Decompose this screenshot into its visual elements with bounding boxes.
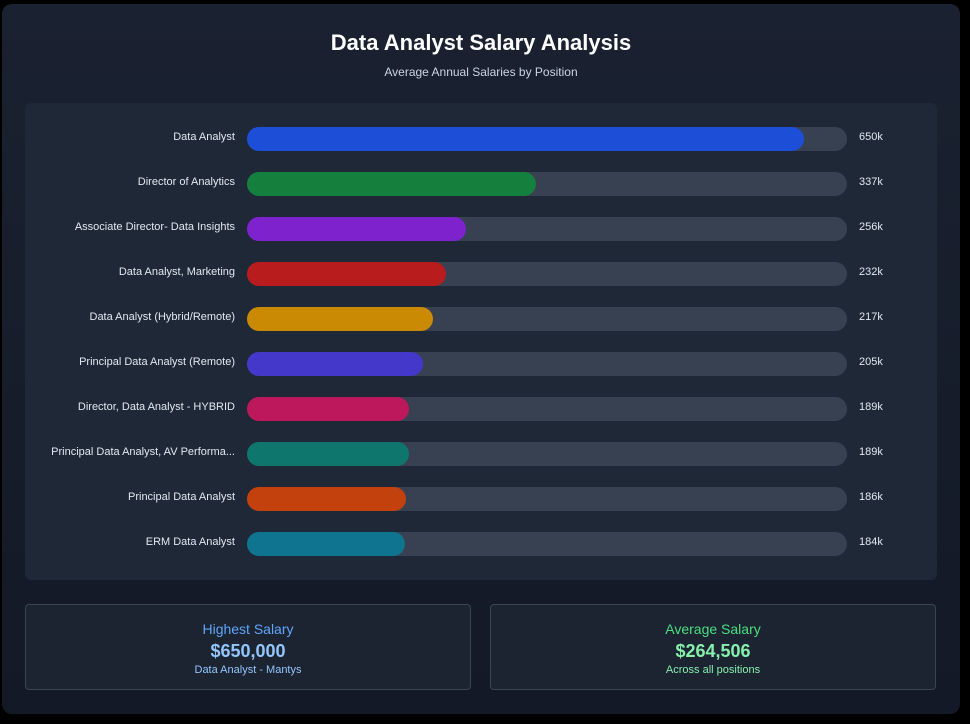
bar-row: Associate Director- Data Insights 256k [25, 217, 937, 241]
bar-row: Principal Data Analyst 186k [25, 487, 937, 511]
bar-value-label: 189k [859, 401, 883, 413]
bar-category-label: Data Analyst, Marketing [118, 266, 235, 278]
bar-track [247, 262, 847, 286]
bar [247, 217, 466, 241]
bar-track [247, 532, 847, 556]
bar-value-label: 232k [859, 266, 883, 278]
bar [247, 442, 409, 466]
bar-row: Principal Data Analyst, AV Performa... 18… [25, 442, 937, 466]
bar-value-label: 205k [859, 356, 883, 368]
bar-row: ERM Data Analyst 184k [25, 532, 937, 556]
average-salary-note: Across all positions [665, 664, 761, 676]
average-salary-card: Average Salary $264,506 Across all posit… [490, 604, 936, 690]
bar-row: Data Analyst (Hybrid/Remote) 217k [25, 307, 937, 331]
bar-category-label: Data Analyst [173, 131, 235, 143]
bar [247, 172, 536, 196]
bar [247, 397, 409, 421]
bar-value-label: 186k [859, 491, 883, 503]
bar-value-label: 189k [859, 446, 883, 458]
bar-track [247, 127, 847, 151]
bar-track [247, 172, 847, 196]
bar-category-label: Director, Data Analyst - HYBRID [77, 401, 235, 413]
bar [247, 307, 433, 331]
average-salary-value: $264,506 [675, 641, 751, 661]
bar [247, 352, 423, 376]
average-salary-title: Average Salary [665, 621, 761, 637]
bar-category-label: Data Analyst (Hybrid/Remote) [89, 311, 236, 323]
bar [247, 532, 405, 556]
dashboard-panel: Data Analyst Salary Analysis Average Ann… [2, 4, 960, 714]
bar-row: Data Analyst 650k [25, 127, 937, 151]
bar-category-label: Associate Director- Data Insights [74, 221, 235, 233]
bar-chart: Data Analyst 650k Director of Analytics 337… [25, 103, 937, 580]
highest-salary-value: $650,000 [210, 641, 286, 661]
bar-row: Director of Analytics 337k [25, 172, 937, 196]
bar-category-label: Principal Data Analyst (Remote) [79, 356, 235, 368]
page-title: Data Analyst Salary Analysis [330, 30, 632, 55]
highest-salary-note: Data Analyst - Mantys [194, 664, 302, 676]
bar-value-label: 184k [859, 536, 883, 548]
bar-value-label: 217k [859, 311, 883, 323]
highest-salary-title: Highest Salary [202, 621, 294, 637]
bar-value-label: 650k [859, 131, 883, 143]
bar-category-label: Director of Analytics [137, 176, 235, 188]
bar-value-label: 256k [859, 221, 883, 233]
bar [247, 487, 406, 511]
bar-category-label: Principal Data Analyst [128, 491, 235, 503]
bar-row: Data Analyst, Marketing 232k [25, 262, 937, 286]
bar-track [247, 487, 847, 511]
bar-row: Principal Data Analyst (Remote) 205k [25, 352, 937, 376]
bar-value-label: 337k [859, 176, 883, 188]
bar-category-label: Principal Data Analyst, AV Performa... [51, 446, 235, 458]
bar [247, 262, 446, 286]
highest-salary-card: Highest Salary $650,000 Data Analyst - M… [25, 604, 471, 690]
page-subtitle: Average Annual Salaries by Position [384, 65, 578, 79]
bar-row: Director, Data Analyst - HYBRID 189k [25, 397, 937, 421]
bar-category-label: ERM Data Analyst [145, 536, 235, 548]
bar-track [247, 352, 847, 376]
bar-track [247, 307, 847, 331]
bar-track [247, 217, 847, 241]
bar-track [247, 442, 847, 466]
bar [247, 127, 804, 151]
bar-track [247, 397, 847, 421]
